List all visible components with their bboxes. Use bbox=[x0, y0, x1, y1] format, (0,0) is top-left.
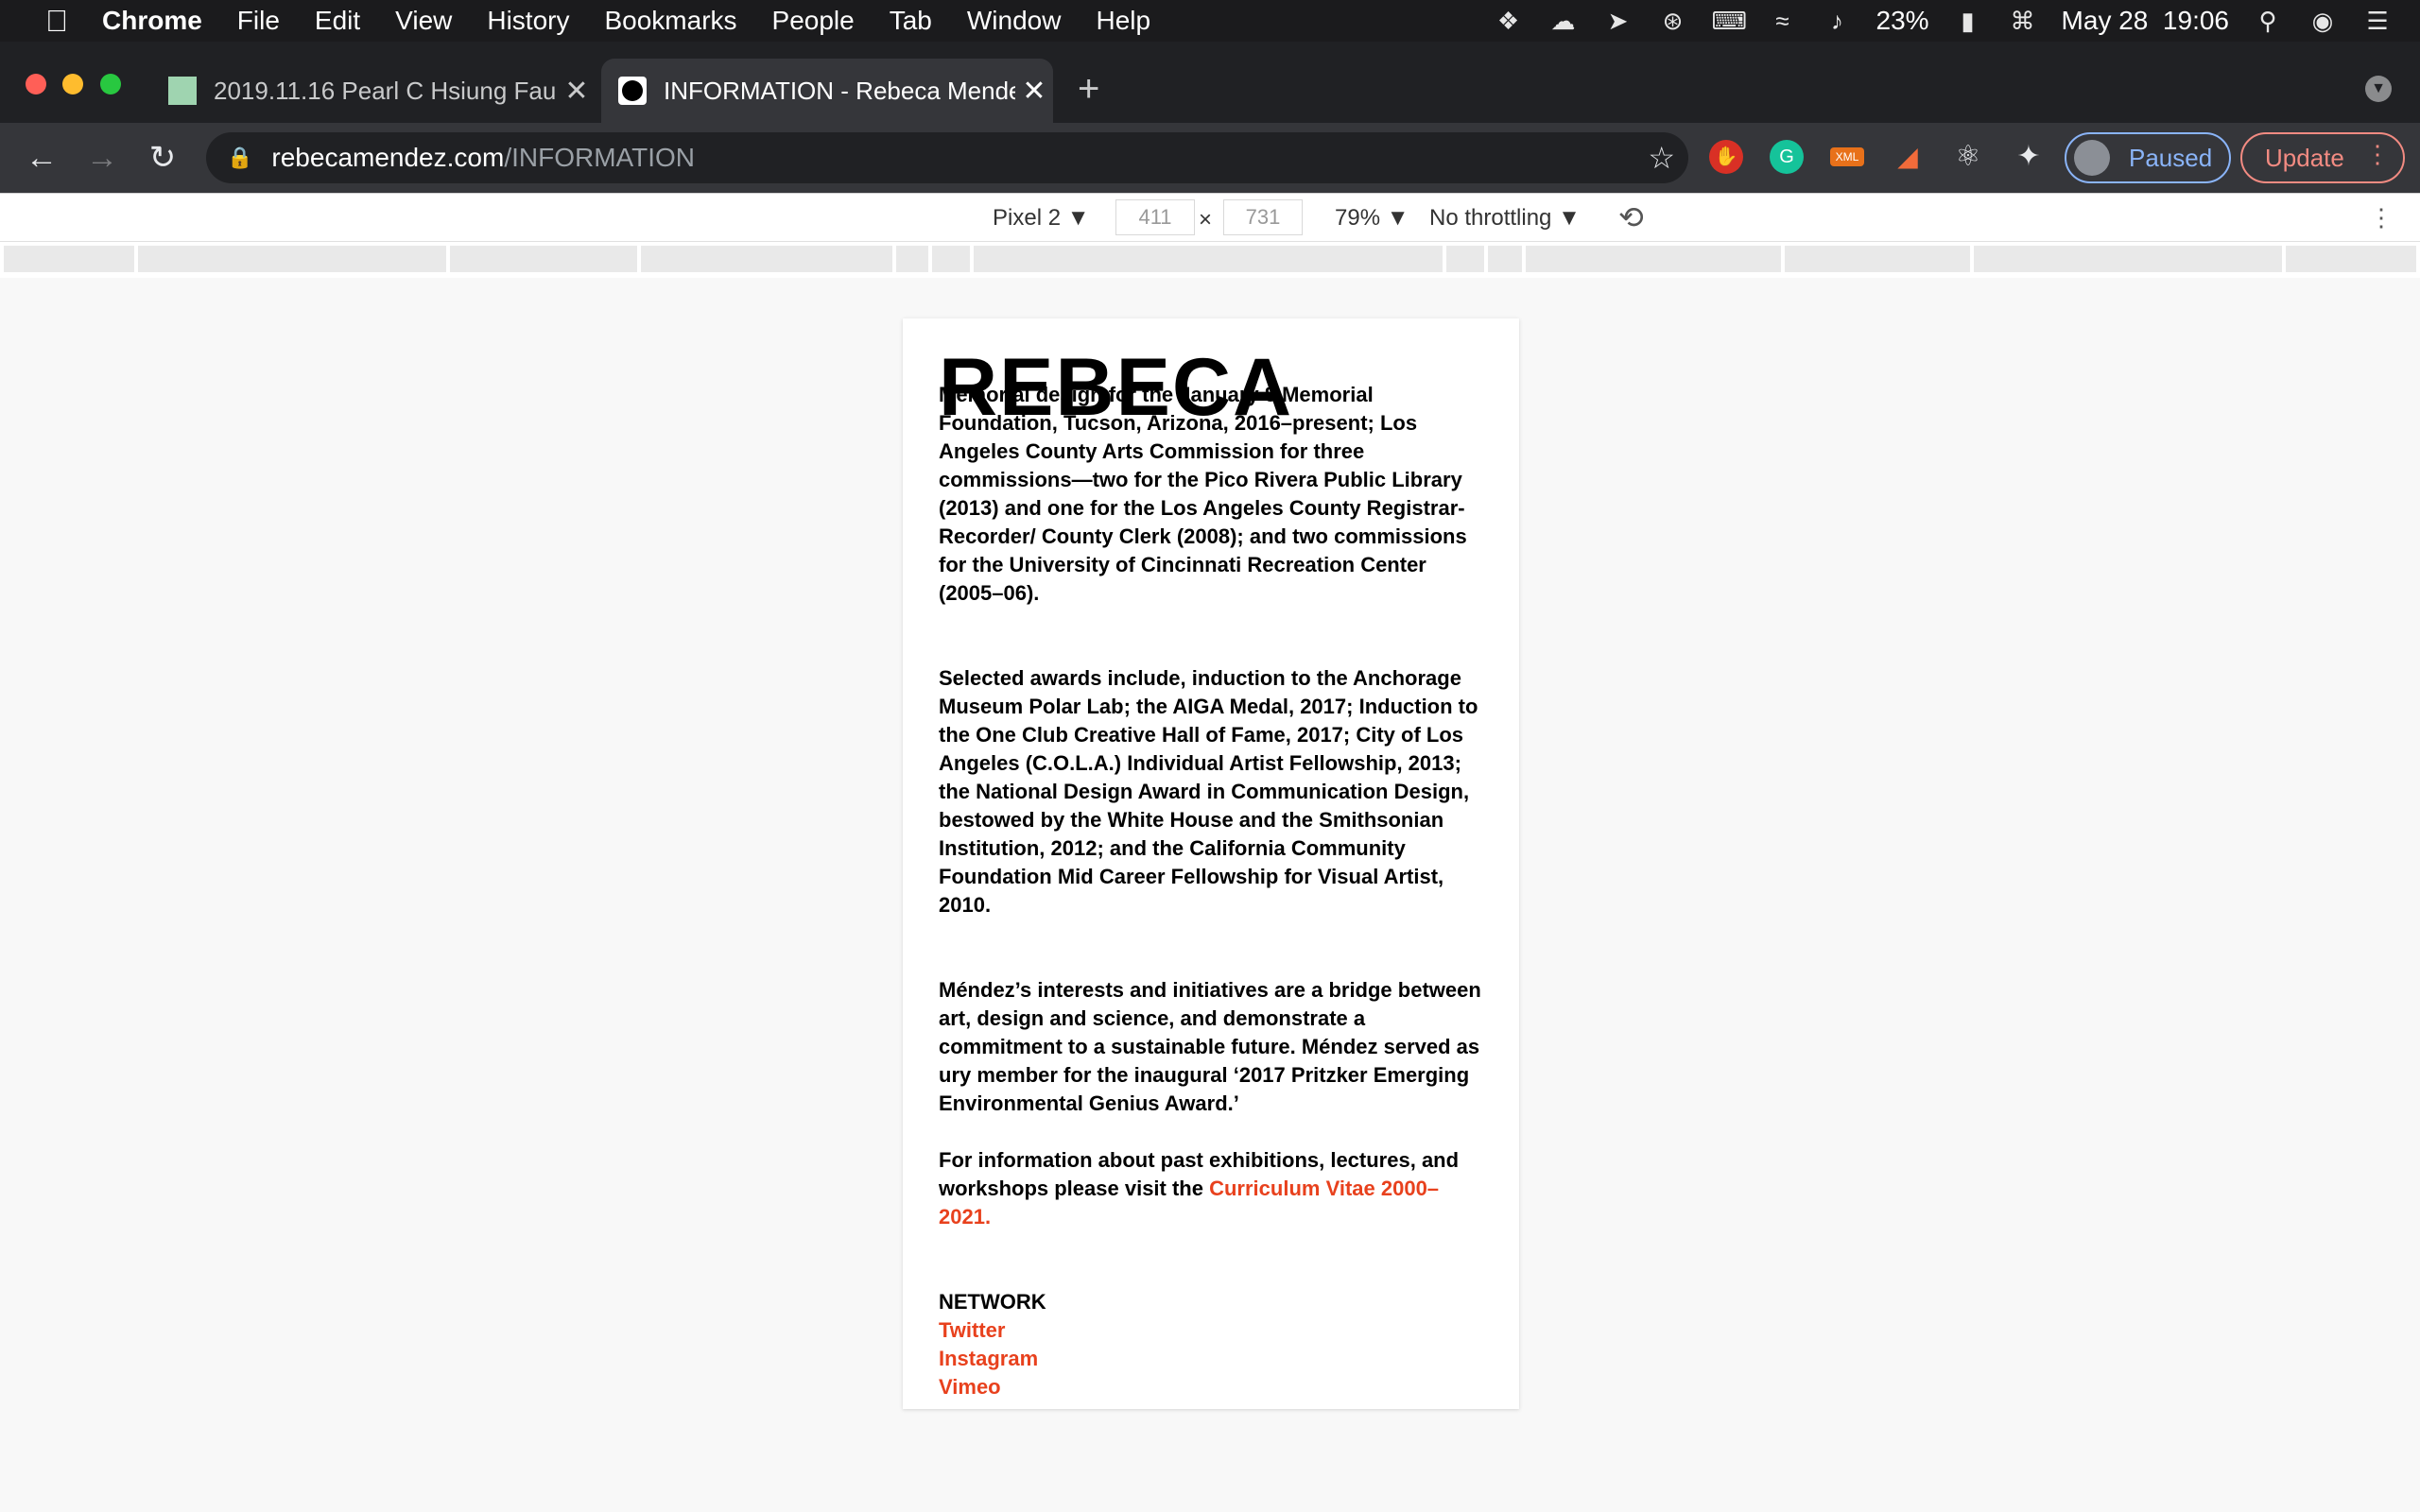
lock-icon[interactable]: 🔒 bbox=[227, 146, 252, 170]
paragraph-interests: Méndez’s interests and initiatives are a… bbox=[939, 978, 1481, 1115]
tab-search-icon[interactable]: ▼ bbox=[2365, 76, 2392, 102]
media-query-bar bbox=[0, 242, 2420, 278]
forward-button[interactable]: → bbox=[83, 140, 121, 177]
tag-extension-icon[interactable]: ◢ bbox=[1891, 140, 1925, 174]
media-query-segment[interactable] bbox=[932, 246, 970, 272]
device-height-input[interactable]: 731 bbox=[1223, 199, 1303, 235]
network-heading: NETWORK bbox=[939, 1290, 1046, 1314]
media-query-segment[interactable] bbox=[1785, 246, 1970, 272]
window-close-button[interactable] bbox=[26, 74, 46, 94]
battery-icon[interactable]: ▮ bbox=[1952, 8, 1984, 34]
input-source-icon[interactable]: ⌘ bbox=[2007, 8, 2039, 34]
dropbox-icon[interactable]: ❖ bbox=[1493, 8, 1525, 34]
paragraph-awards: Selected awards include, induction to th… bbox=[939, 666, 1478, 917]
bluetooth-icon[interactable]: ⊛ bbox=[1657, 8, 1689, 34]
media-query-segment[interactable] bbox=[974, 246, 1443, 272]
menu-bookmarks[interactable]: Bookmarks bbox=[604, 6, 736, 36]
siri-icon[interactable]: ◉ bbox=[2307, 8, 2339, 34]
instagram-link[interactable]: Instagram bbox=[939, 1345, 1487, 1373]
twitter-link[interactable]: Twitter bbox=[939, 1316, 1487, 1345]
media-query-segment[interactable] bbox=[1974, 246, 2282, 272]
menu-tab[interactable]: Tab bbox=[890, 6, 932, 36]
device-toolbar: Pixel 2 ▼ 411 × 731 79% ▼ No throttling … bbox=[0, 193, 2420, 242]
media-query-segment[interactable] bbox=[896, 246, 928, 272]
rotate-icon[interactable]: ⟲ bbox=[1618, 199, 1644, 235]
avatar bbox=[2074, 140, 2110, 176]
address-bar[interactable]: 🔒 rebecamendez.com /INFORMATION ☆ bbox=[206, 132, 1688, 183]
media-query-segment[interactable] bbox=[1526, 246, 1781, 272]
media-query-segment[interactable] bbox=[450, 246, 637, 272]
battery-percent: 23% bbox=[1876, 6, 1929, 35]
media-query-segment[interactable] bbox=[2286, 246, 2416, 272]
page-content: Memorial design for the January 8 Memori… bbox=[939, 381, 1487, 1401]
cursor-app-icon[interactable]: ➤ bbox=[1602, 8, 1634, 34]
bookmark-star-icon[interactable]: ☆ bbox=[1648, 140, 1675, 176]
volume-icon[interactable]: ♪ bbox=[1822, 8, 1854, 34]
update-button[interactable]: Update ⋮ bbox=[2240, 132, 2405, 183]
media-query-segment[interactable] bbox=[641, 246, 892, 272]
adblock-extension-icon[interactable]: ✋ bbox=[1709, 140, 1743, 174]
clock[interactable]: May 28 19:06 bbox=[2062, 6, 2229, 36]
url-host: rebecamendez.com bbox=[271, 143, 505, 172]
back-button[interactable]: ← bbox=[23, 140, 60, 177]
browser-toolbar: ← → ↻ 🔒 rebecamendez.com /INFORMATION ☆ bbox=[0, 123, 2420, 193]
media-query-segment[interactable] bbox=[1488, 246, 1522, 272]
status-area: ❖ ☁ ➤ ⊛ ⌨ ≈ ♪ 23% ▮ ⌘ May 28 19:06 ⚲ ◉ ☰ bbox=[1493, 0, 2420, 42]
wifi-icon[interactable]: ≈ bbox=[1767, 8, 1799, 34]
menu-people[interactable]: People bbox=[772, 6, 855, 36]
close-tab-icon[interactable]: ✕ bbox=[558, 75, 596, 108]
apple-icon[interactable]:  bbox=[36, 4, 78, 39]
paragraph-commissions: Memorial design for the January 8 Memori… bbox=[939, 383, 1467, 605]
menu-edit[interactable]: Edit bbox=[315, 6, 360, 36]
react-devtools-icon[interactable]: ⚛ bbox=[1951, 140, 1985, 174]
window-zoom-button[interactable] bbox=[100, 74, 121, 94]
throttling-select[interactable]: No throttling ▼ bbox=[1429, 205, 1581, 232]
paragraph-cv: For information about past exhibitions, … bbox=[939, 1146, 1487, 1231]
menu-window[interactable]: Window bbox=[967, 6, 1062, 36]
profile-paused-label: Paused bbox=[2129, 143, 2213, 172]
grammarly-extension-icon[interactable]: G bbox=[1770, 140, 1804, 174]
keyboard-icon[interactable]: ⌨ bbox=[1712, 8, 1748, 34]
media-query-segment[interactable] bbox=[138, 246, 446, 272]
media-query-segment[interactable] bbox=[1446, 246, 1484, 272]
device-width-input[interactable]: 411 bbox=[1115, 199, 1195, 235]
tab-title: 2019.11.16 Pearl C Hsiung Fault bbox=[214, 76, 558, 105]
tab-strip: 2019.11.16 Pearl C Hsiung Fault ✕ INFORM… bbox=[0, 42, 2420, 123]
device-viewport: REBECA Memorial design for the January 8… bbox=[903, 318, 1519, 1409]
dimension-separator: × bbox=[1199, 207, 1213, 232]
device-more-options-icon[interactable]: ⋮ bbox=[2369, 203, 2394, 232]
menu-app-chrome[interactable]: Chrome bbox=[102, 6, 202, 36]
reload-button[interactable]: ↻ bbox=[144, 139, 182, 177]
tab-favicon bbox=[168, 77, 197, 105]
more-menu-icon[interactable]: ⋮ bbox=[2365, 140, 2390, 169]
menu-history[interactable]: History bbox=[487, 6, 569, 36]
tab-pearl-hsiung[interactable]: 2019.11.16 Pearl C Hsiung Fault ✕ bbox=[151, 59, 596, 123]
new-tab-button[interactable]: + bbox=[1078, 68, 1099, 111]
zoom-select[interactable]: 79% ▼ bbox=[1335, 205, 1409, 232]
extensions-puzzle-icon[interactable]: ✦ bbox=[2012, 140, 2046, 174]
window-minimize-button[interactable] bbox=[62, 74, 83, 94]
profile-paused-button[interactable]: Paused bbox=[2065, 132, 2231, 183]
menu-bar:  Chrome File Edit View History Bookmark… bbox=[0, 0, 2420, 42]
notification-center-icon[interactable]: ☰ bbox=[2361, 8, 2394, 34]
menu-help[interactable]: Help bbox=[1096, 6, 1150, 36]
menu-file[interactable]: File bbox=[237, 6, 280, 36]
spotlight-search-icon[interactable]: ⚲ bbox=[2252, 8, 2284, 34]
tab-favicon bbox=[618, 77, 647, 105]
menu-view[interactable]: View bbox=[395, 6, 452, 36]
network-links: Twitter Instagram Vimeo bbox=[939, 1316, 1487, 1401]
tab-information[interactable]: INFORMATION - Rebeca Mendez ✕ bbox=[601, 59, 1053, 123]
close-tab-icon[interactable]: ✕ bbox=[1015, 75, 1053, 108]
tab-title: INFORMATION - Rebeca Mendez bbox=[664, 76, 1015, 105]
url-path: /INFORMATION bbox=[504, 143, 695, 172]
creative-cloud-icon[interactable]: ☁ bbox=[1547, 8, 1580, 34]
xml-extension-icon[interactable]: XML bbox=[1830, 147, 1864, 166]
media-query-segment[interactable] bbox=[4, 246, 134, 272]
vimeo-link[interactable]: Vimeo bbox=[939, 1373, 1487, 1401]
update-label: Update bbox=[2265, 143, 2344, 172]
device-select[interactable]: Pixel 2 ▼ bbox=[993, 205, 1089, 232]
